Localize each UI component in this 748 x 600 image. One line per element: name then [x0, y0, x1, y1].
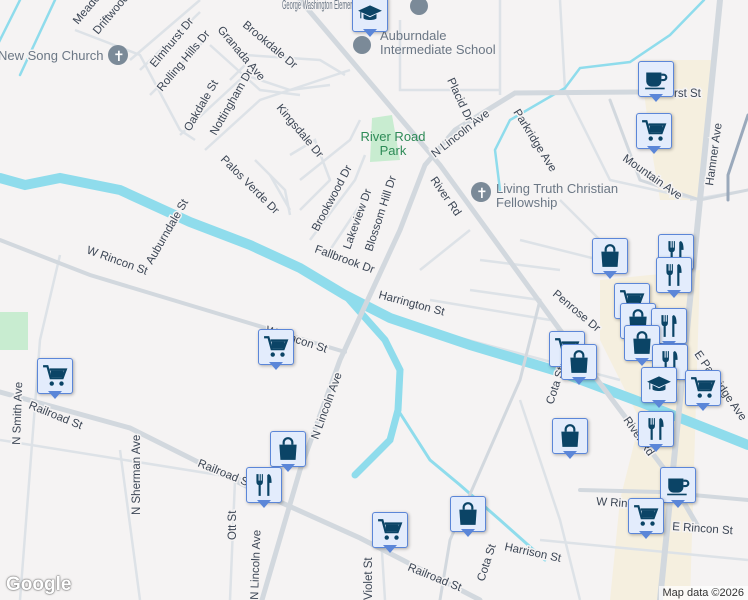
place-label: New Song Church [0, 48, 104, 63]
street-label: Ott St [227, 510, 239, 540]
restaurant-marker[interactable] [638, 411, 674, 455]
park-area-west [0, 312, 28, 350]
coffee-marker[interactable] [660, 467, 696, 511]
google-logo: Google [6, 574, 72, 595]
shopping-cart-icon [633, 503, 659, 529]
shopping-bag-icon [557, 423, 583, 449]
place-label: Living Truth Christian Fellowship [496, 182, 619, 210]
street-label: Railroad St [27, 400, 85, 433]
street-label: Railroad St [406, 562, 464, 595]
shopping-bag-icon [275, 436, 301, 462]
street-label: rst St [674, 88, 702, 100]
place-label: River Road Park [360, 130, 426, 158]
shopping-cart-icon [377, 517, 403, 543]
shopping-marker[interactable] [592, 238, 628, 282]
place-living-truth-church[interactable]: ✝ Living Truth Christian Fellowship [471, 182, 666, 216]
cross-icon: ✝ [476, 185, 488, 201]
restaurant-marker[interactable] [246, 467, 282, 511]
street-label: N Smith Ave [11, 382, 25, 445]
shopping-bag-icon [597, 243, 623, 269]
shopping-cart-icon [42, 363, 68, 389]
restaurant-marker[interactable] [656, 257, 692, 301]
graduation-cap-icon [357, 1, 383, 27]
grocery-marker[interactable] [628, 498, 664, 542]
street-label: Placid Dr [444, 76, 475, 124]
coffee-cup-icon [665, 472, 691, 498]
shopping-cart-icon [641, 118, 667, 144]
grocery-marker[interactable] [636, 113, 672, 157]
cross-icon: ✝ [113, 48, 125, 64]
street-label: Harrison St [503, 541, 563, 565]
shopping-marker[interactable] [450, 496, 486, 540]
grocery-marker[interactable] [37, 358, 73, 402]
school-marker[interactable] [352, 0, 388, 40]
street-label: Parkridge Ave [510, 107, 558, 174]
graduation-cap-icon [646, 372, 672, 398]
shopping-marker[interactable] [552, 418, 588, 462]
shopping-bag-icon [566, 349, 592, 375]
place-river-road-park[interactable]: River Road Park [358, 130, 428, 164]
street-label: River Rd [428, 175, 463, 219]
street-label: Violet St [363, 557, 375, 600]
map-attribution[interactable]: Map data ©2026 [658, 586, 748, 600]
street-label: N Sherman Ave [131, 435, 143, 515]
street-label: Kingsdale Dr [274, 102, 326, 160]
shopping-bag-icon [455, 501, 481, 527]
fork-knife-icon [643, 416, 669, 442]
place-new-song-church[interactable]: New Song Church ✝ [0, 45, 128, 65]
street-label: N Lincoln Ave [249, 530, 263, 600]
coffee-marker[interactable] [638, 61, 674, 105]
fork-knife-icon [661, 262, 687, 288]
coffee-cup-icon [643, 66, 669, 92]
shopping-marker[interactable] [561, 344, 597, 388]
grocery-marker[interactable] [372, 512, 408, 556]
grocery-marker[interactable] [258, 329, 294, 373]
street-label: W Rincon St [85, 245, 150, 278]
shopping-cart-icon [263, 334, 289, 360]
shopping-cart-icon [690, 375, 716, 401]
place-label: Auburndale Intermediate School [380, 29, 496, 57]
street-label: Palos Verde Dr [218, 154, 281, 217]
school-marker[interactable] [641, 367, 677, 411]
street-label: N Lincoln Ave [310, 371, 345, 441]
fork-knife-icon [251, 472, 277, 498]
grocery-marker[interactable] [685, 370, 721, 414]
street-label: Cota St [475, 542, 499, 583]
